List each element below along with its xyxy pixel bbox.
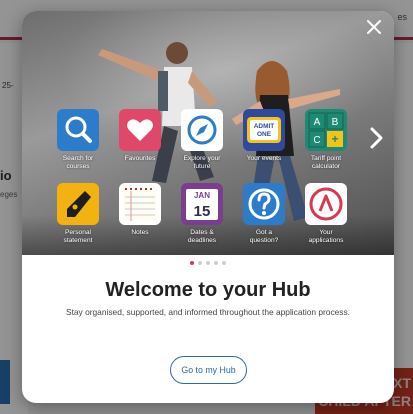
calc-letter-c: C [313,135,320,146]
carousel-dot[interactable] [190,261,194,265]
carousel-dot[interactable] [214,261,218,265]
tile-label: Got a question? [249,229,279,244]
tile-label: Your events [246,155,282,162]
carousel-dot[interactable] [206,261,210,265]
tile-favourites[interactable]: Favourites [114,109,166,163]
tile-explore-your-future[interactable]: Explore your future [176,109,228,170]
tile-label: Tariff point calculator [310,155,342,170]
tile-label: Your applications [308,229,344,244]
tile-your-events[interactable]: ADMIT ONE Your events [238,109,290,163]
tile-label: Personal statement [63,229,93,244]
tile-your-applications[interactable]: Your applications [300,183,352,244]
calc-letter-a: A [314,117,321,128]
welcome-modal: Search for courses Favourites Explore yo… [22,11,394,403]
compass-icon [181,109,223,151]
chevron-right-icon [370,127,383,149]
close-icon [367,20,381,34]
calculator-icon: A B C + [305,109,347,151]
tile-label: Dates & deadlines [187,229,217,244]
close-button[interactable] [364,17,384,37]
tile-search-for-courses[interactable]: Search for courses [52,109,104,170]
tile-notes[interactable]: Notes [114,183,166,237]
calc-plus: + [331,132,338,146]
calc-letter-b: B [332,117,339,128]
pen-nib-icon [57,183,99,225]
tile-tariff-point-calculator[interactable]: A B C + Tariff point calculator [300,109,352,170]
search-icon [57,109,99,151]
calendar-icon: JAN 15 [181,183,223,225]
tile-dates-deadlines[interactable]: JAN 15 Dates & deadlines [176,183,228,244]
ticket-text-line2: ONE [257,131,272,138]
next-page-button[interactable] [364,123,388,153]
ticket-icon: ADMIT ONE [243,109,285,151]
tile-label: Favourites [124,155,156,162]
question-icon [243,183,285,225]
tile-label: Search for courses [62,155,94,170]
tile-personal-statement[interactable]: Personal statement [52,183,104,244]
carousel-dot[interactable] [198,261,202,265]
go-to-my-hub-button[interactable]: Go to my Hub [170,356,247,384]
modal-title: Welcome to your Hub [105,279,311,301]
notepad-icon [119,183,161,225]
modal-subtitle: Stay organised, supported, and informed … [65,307,350,317]
heart-icon [119,109,161,151]
ucas-logo-icon [305,183,347,225]
calendar-month: JAN [194,191,210,200]
calendar-day: 15 [194,203,211,220]
tile-got-a-question[interactable]: Got a question? [238,183,290,244]
carousel-dot[interactable] [222,261,226,265]
carousel-pagination [22,261,394,265]
ticket-text-line1: ADMIT [254,123,275,130]
tile-label: Explore your future [183,155,221,170]
tile-label: Notes [131,229,149,236]
